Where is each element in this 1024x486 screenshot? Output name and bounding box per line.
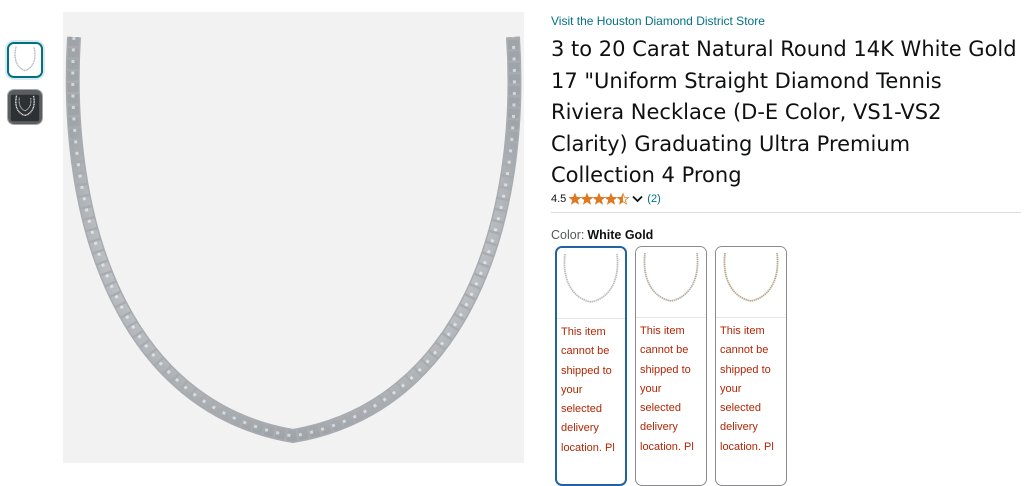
diamond-tennis-necklace-image xyxy=(63,12,524,463)
swatch-shipping-message: This item cannot be shipped to your sele… xyxy=(720,325,774,453)
swatch-shipping-message: This item cannot be shipped to your sele… xyxy=(561,326,615,454)
rating-value: 4.5 xyxy=(551,193,567,205)
section-divider xyxy=(551,212,1021,213)
star-icon xyxy=(605,193,618,205)
thumbnail-necklace-display[interactable] xyxy=(7,89,43,125)
thumbnail-necklace[interactable] xyxy=(7,42,43,78)
swatch-shipping-message: This item cannot be shipped to your sele… xyxy=(640,325,694,453)
rating-row: 4.5 (2) xyxy=(551,193,661,205)
store-link[interactable]: Visit the Houston Diamond District Store xyxy=(551,14,765,28)
star-icon xyxy=(569,193,582,205)
swatch-rose-gold[interactable]: This item cannot be shipped to your sele… xyxy=(635,246,707,486)
necklace-display-thumbnail-icon xyxy=(8,90,42,124)
color-selection-label: Color: White Gold xyxy=(551,228,653,242)
rating-count-link[interactable]: (2) xyxy=(647,193,660,205)
color-label: Color: xyxy=(551,228,585,242)
color-selected-value: White Gold xyxy=(587,228,654,242)
main-product-image[interactable] xyxy=(63,12,524,463)
star-icon xyxy=(581,193,594,205)
rose-gold-necklace-swatch xyxy=(636,247,706,317)
necklace-thumbnail-icon xyxy=(9,44,41,76)
yellow-gold-necklace-swatch xyxy=(716,247,786,317)
star-icon xyxy=(593,193,606,205)
swatch-white-gold[interactable]: This item cannot be shipped to your sele… xyxy=(555,246,627,486)
chevron-down-icon[interactable] xyxy=(632,195,643,203)
white-gold-necklace-swatch xyxy=(557,248,625,318)
star-rating-icon[interactable] xyxy=(569,193,630,205)
product-title: 3 to 20 Carat Natural Round 14K White Go… xyxy=(551,37,1017,187)
thumbnail-strip xyxy=(7,42,47,136)
swatch-yellow-gold[interactable]: This item cannot be shipped to your sele… xyxy=(715,246,787,486)
star-icon xyxy=(617,193,630,205)
